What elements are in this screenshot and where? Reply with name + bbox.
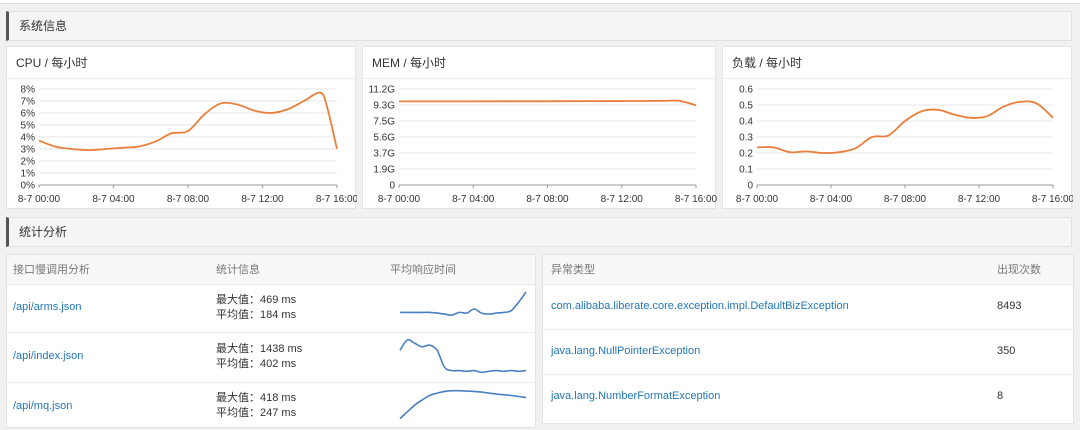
series-line — [756, 100, 1054, 154]
load-chart-panel: 负载 / 每小时 0.6 0.5 0.4 0.3 0.2 0.1 0 8-7 00:00 8-7… — [722, 46, 1073, 209]
x-tick-label: 8-7 00:00 — [378, 194, 421, 205]
exception-count: 8493 — [997, 300, 1022, 312]
section-title: 系统信息 — [19, 19, 68, 33]
table-row: com.alibaba.liberate.core.exception.impl… — [543, 285, 1073, 330]
x-tick-label: 8-7 04:00 — [810, 194, 853, 205]
y-tick-label: 1.9G — [373, 165, 395, 176]
y-tick-label: 8% — [21, 85, 36, 96]
column-header: 异常类型 — [551, 264, 595, 276]
x-tick-label: 8-7 16:00 — [316, 194, 357, 205]
x-tick-label: 8-7 12:00 — [958, 194, 1001, 205]
sparkline-path — [400, 291, 527, 316]
y-tick-label: 11.2G — [369, 85, 396, 96]
stat-info: 最大值：418 ms 平均值：247 ms — [216, 391, 296, 421]
y-tick-label: 0.4 — [739, 117, 753, 128]
table-row: /api/index.json 最大值：1438 ms 平均值：402 ms — [7, 333, 535, 383]
cpu-line-chart: 8%7%6%5%4%3%2%1%0% 8-7 00:00 8-7 04:00 8-7 … — [18, 85, 357, 206]
section-title: 统计分析 — [19, 225, 68, 239]
mem-chart-panel: MEM / 每小时 11.2G 9.3G 7.5G 5.6G 3.7G 1.9G 0 8-7 … — [362, 46, 718, 209]
x-tick-label: 8-7 04:00 — [452, 194, 495, 205]
y-tick-label: 6% — [21, 109, 36, 120]
y-tick-label: 0.5 — [739, 101, 753, 112]
max-value: 最大值：418 ms — [216, 392, 297, 404]
column-header: 统计信息 — [216, 264, 260, 276]
chart-title: MEM / 每小时 — [363, 47, 715, 79]
y-tick-label: 0 — [389, 181, 395, 192]
table-row: /api/arms.json 最大值：469 ms 平均值：184 ms — [7, 285, 535, 333]
section-header-stats: 统计分析 — [6, 217, 1072, 247]
exception-type-link[interactable]: java.lang.NumberFormatException — [551, 390, 720, 402]
section-header-system-info: 系统信息 — [6, 11, 1072, 41]
x-tick-label: 8-7 12:00 — [601, 194, 644, 205]
chart-title: CPU / 每小时 — [7, 47, 355, 79]
column-header: 接口慢调用分析 — [13, 264, 90, 276]
top-border — [0, 0, 1080, 4]
y-tick-label: 3% — [21, 145, 36, 156]
x-tick-label: 8-7 16:00 — [675, 194, 717, 205]
cpu-chart-panel: CPU / 每小时 8% 7% 6% 5% 4% 3% 2% 1% 0% 8-7 00:00 8-7… — [6, 46, 357, 209]
y-tick-label: 0.1 — [739, 165, 753, 176]
exception-table: 异常类型 出现次数 com.alibaba.liberate.core.exce… — [542, 254, 1074, 424]
stat-info: 最大值：1438 ms 平均值：402 ms — [216, 342, 302, 372]
api-path-link[interactable]: /api/arms.json — [13, 301, 81, 313]
exception-count: 8 — [997, 390, 1004, 402]
sparkline-path — [399, 338, 527, 374]
exception-type-link[interactable]: java.lang.NullPointerException — [551, 345, 700, 357]
table-row: /api/mq.json 最大值：418 ms 平均值：247 ms — [7, 383, 535, 429]
y-tick-label: 0 — [747, 181, 753, 192]
response-time-sparkline — [399, 389, 527, 420]
max-value: 最大值：1438 ms — [216, 343, 303, 355]
avg-value: 平均值：402 ms — [216, 358, 297, 370]
column-header: 平均响应时间 — [390, 264, 456, 276]
exception-type-link[interactable]: com.alibaba.liberate.core.exception.impl… — [551, 300, 849, 312]
table-header: 接口慢调用分析 统计信息 平均响应时间 — [7, 255, 535, 285]
x-tick-label: 8-7 12:00 — [241, 194, 284, 205]
response-time-sparkline — [399, 338, 527, 374]
column-header: 出现次数 — [997, 264, 1041, 276]
load-line-chart: 0.6 0.5 0.4 0.3 0.2 0.1 0 8-7 00:00 8-7 04:00 8-7… — [736, 85, 1073, 206]
api-path-link[interactable]: /api/index.json — [13, 350, 83, 362]
y-tick-label: 0.2 — [739, 149, 753, 160]
y-tick-label: 0.3 — [739, 133, 753, 144]
x-tick-label: 8-7 16:00 — [1032, 194, 1073, 205]
y-tick-label: 3.7G — [373, 149, 395, 160]
avg-value: 平均值：247 ms — [216, 407, 297, 419]
table-header: 异常类型 出现次数 — [543, 255, 1073, 285]
api-slow-call-table: 接口慢调用分析 统计信息 平均响应时间 /api/arms.json 最大值：4… — [6, 254, 536, 428]
y-tick-label: 7.5G — [373, 117, 395, 128]
x-tick-label: 8-7 08:00 — [526, 194, 569, 205]
x-tick-label: 8-7 08:00 — [884, 194, 927, 205]
y-tick-label: 7% — [21, 97, 36, 108]
y-tick-label: 4% — [21, 133, 36, 144]
max-value: 最大值：469 ms — [216, 294, 297, 306]
x-tick-label: 8-7 00:00 — [18, 194, 61, 205]
sparkline-path — [399, 389, 527, 420]
chart-title: 负载 / 每小时 — [723, 47, 1071, 79]
response-time-sparkline — [400, 291, 527, 316]
stat-info: 最大值：469 ms 平均值：184 ms — [216, 293, 296, 323]
x-tick-label: 8-7 08:00 — [167, 194, 210, 205]
y-tick-label: 5% — [21, 121, 36, 132]
y-tick-label: 2% — [21, 157, 36, 168]
mem-line-chart: 11.2G 9.3G 7.5G 5.6G 3.7G 1.9G 0 8-7 00:00 8-7 0… — [369, 85, 718, 206]
y-tick-label: 1% — [21, 169, 36, 180]
y-tick-label: 9.3G — [373, 101, 395, 112]
x-tick-label: 8-7 04:00 — [92, 194, 135, 205]
y-tick-label: 5.6G — [373, 133, 395, 144]
avg-value: 平均值：184 ms — [216, 309, 297, 321]
table-row: java.lang.NullPointerException 350 — [543, 330, 1073, 375]
y-tick-label: 0% — [21, 181, 36, 192]
y-tick-label: 0.6 — [739, 85, 753, 96]
table-row: java.lang.NumberFormatException 8 — [543, 375, 1073, 420]
x-tick-label: 8-7 00:00 — [736, 194, 779, 205]
exception-count: 350 — [997, 345, 1016, 357]
api-path-link[interactable]: /api/mq.json — [13, 400, 72, 412]
